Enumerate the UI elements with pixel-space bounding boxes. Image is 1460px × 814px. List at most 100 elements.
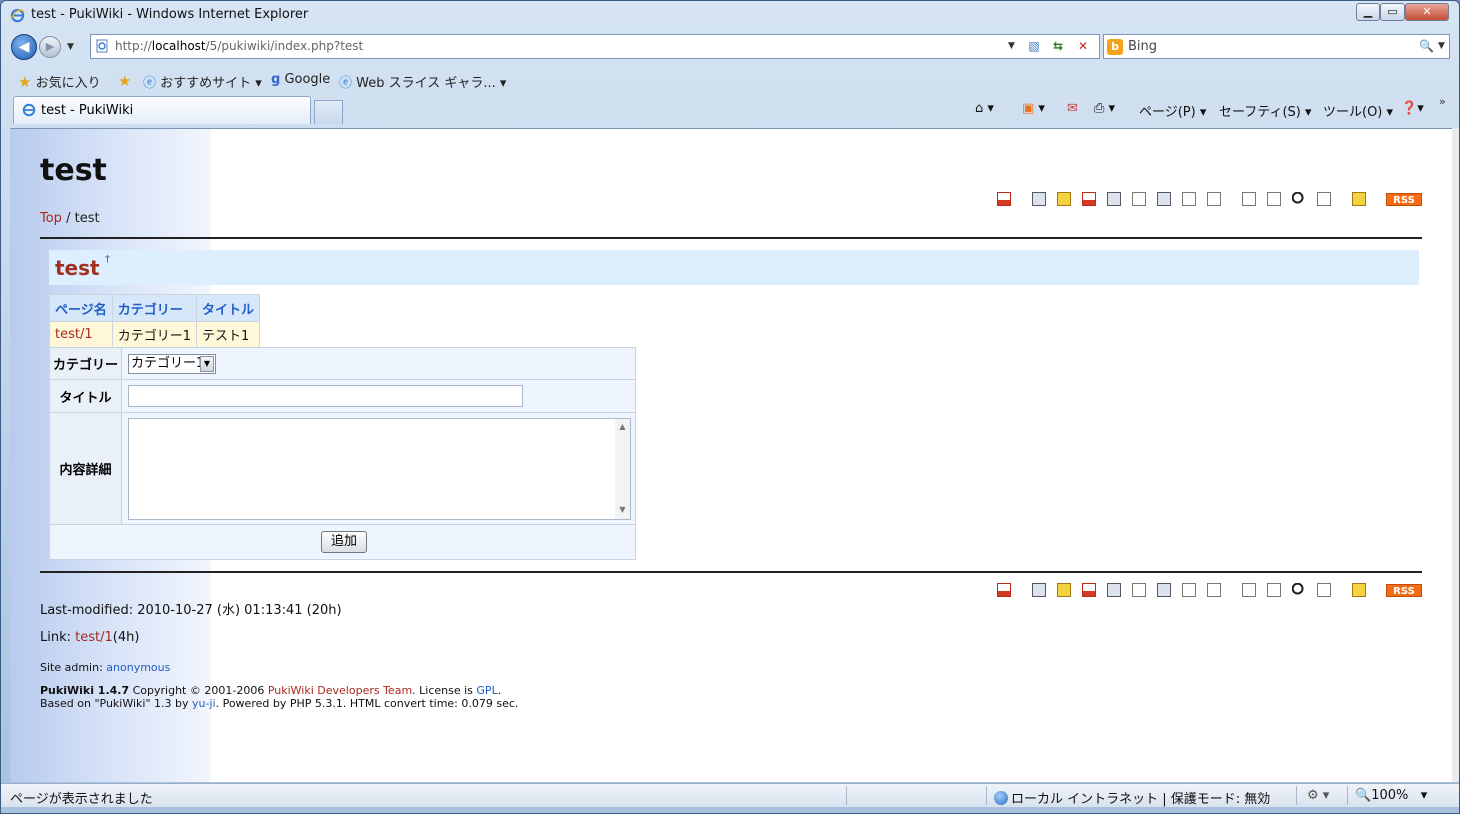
feeds-icon[interactable]: ▣ ▾	[1022, 101, 1045, 116]
add-favorite-icon[interactable]: ★	[118, 72, 131, 90]
edit-icon[interactable]	[1032, 583, 1046, 597]
recent-pages-dropdown-icon[interactable]: ▼	[67, 42, 74, 52]
backup-icon[interactable]	[1107, 583, 1121, 597]
address-dropdown-icon[interactable]: ▼	[1008, 35, 1015, 58]
page-menu[interactable]: ページ(P) ▾	[1139, 101, 1206, 120]
print-icon[interactable]: ⎙ ▾	[1094, 101, 1115, 116]
tab-label: test - PukiWiki	[41, 103, 134, 118]
search-page-icon[interactable]	[1292, 583, 1306, 597]
search-icon[interactable]: 🔍	[1419, 35, 1434, 58]
page-scrollbar[interactable]	[1452, 128, 1459, 782]
chevron-down-icon[interactable]: ▼	[200, 356, 214, 372]
tab-test-pukiwiki[interactable]: test - PukiWiki	[13, 96, 311, 124]
address-bar[interactable]: http://localhost/5/pukiwiki/index.php?te…	[90, 34, 1100, 59]
refresh-icon[interactable]: ⇆	[1048, 37, 1068, 56]
zoom-level[interactable]: 🔍100% ▾	[1355, 788, 1427, 803]
column-header-title[interactable]: タイトル	[196, 294, 261, 322]
developers-team-link[interactable]: PukiWiki Developers Team	[268, 684, 412, 697]
window-title: test - PukiWiki - Windows Internet Explo…	[31, 7, 309, 22]
last-modified: Last-modified: 2010-10-27 (水) 01:13:41 (…	[40, 603, 342, 618]
heading-anchor-link[interactable]: †	[105, 254, 110, 265]
new-page-icon[interactable]	[1242, 192, 1256, 206]
recent-changes-icon[interactable]	[1317, 192, 1331, 206]
detail-textarea[interactable]: ▲ ▼	[128, 418, 631, 520]
credit-line: PukiWiki 1.4.7 Copyright © 2001-2006 Puk…	[40, 684, 502, 697]
rename-icon[interactable]	[1182, 583, 1196, 597]
list-icon[interactable]	[1267, 192, 1281, 206]
globe-icon	[994, 791, 1008, 805]
top-page-icon[interactable]	[997, 583, 1011, 597]
list-icon[interactable]	[1267, 583, 1281, 597]
back-button[interactable]: ◀	[11, 34, 37, 60]
compatibility-view-icon[interactable]: ▧	[1024, 37, 1044, 56]
fav-item-suggested-sites[interactable]: ⓔ おすすめサイト ▾	[143, 72, 262, 91]
related-page-link[interactable]: test/1	[75, 630, 113, 645]
category-row: カテゴリー カテゴリー1 ▼	[50, 348, 635, 380]
minimize-button[interactable]: ▁	[1356, 3, 1380, 21]
page-icon	[96, 39, 108, 53]
maximize-button[interactable]: ▭	[1380, 3, 1405, 21]
top-toolbar: RSS	[997, 192, 1422, 208]
based-on-line: Based on "PukiWiki" 1.3 by yu-ji. Powere…	[40, 697, 519, 710]
column-header-category[interactable]: カテゴリー	[111, 294, 198, 322]
rename-icon[interactable]	[1182, 192, 1196, 206]
favorites-button[interactable]: ★ お気に入り	[18, 72, 101, 91]
freeze-icon[interactable]	[1057, 583, 1071, 597]
category-select[interactable]: カテゴリー1 ▼	[128, 354, 216, 374]
favorites-bar: ★ お気に入り ★ ⓔ おすすめサイト ▾ g Google ⓔ Web スライ…	[1, 65, 1459, 95]
reload-icon[interactable]	[1207, 583, 1221, 597]
new-page-icon[interactable]	[1242, 583, 1256, 597]
search-options-dropdown-icon[interactable]: ▼	[1438, 35, 1445, 58]
close-window-button[interactable]: ✕	[1405, 3, 1449, 21]
site-admin-link[interactable]: anonymous	[106, 661, 170, 674]
author-link[interactable]: yu-ji	[192, 697, 216, 710]
freeze-icon[interactable]	[1057, 192, 1071, 206]
top-page-icon[interactable]	[997, 192, 1011, 206]
gpl-link[interactable]: GPL	[476, 684, 497, 697]
add-button[interactable]: 追加	[321, 531, 367, 553]
rss-icon[interactable]: RSS	[1386, 584, 1422, 597]
title-bar: test - PukiWiki - Windows Internet Explo…	[1, 1, 1459, 31]
search-page-icon[interactable]	[1292, 192, 1306, 206]
safety-menu[interactable]: セーフティ(S) ▾	[1219, 101, 1312, 120]
add-article-form: カテゴリー カテゴリー1 ▼ タイトル 内容詳細 ▲ ▼ 追加	[49, 347, 636, 560]
security-zone[interactable]: ローカル イントラネット | 保護モード: 無効	[994, 788, 1270, 807]
copy-icon[interactable]	[1157, 192, 1171, 206]
copy-icon[interactable]	[1157, 583, 1171, 597]
page-link[interactable]: test/1	[55, 327, 93, 342]
popup-blocker-icon[interactable]: ⚙ ▾	[1307, 788, 1329, 803]
help-icon[interactable]: ❓▾	[1401, 101, 1424, 116]
search-box[interactable]: b Bing 🔍 ▼	[1103, 34, 1450, 59]
edit-icon[interactable]	[1032, 192, 1046, 206]
reload-icon[interactable]	[1207, 192, 1221, 206]
cell-page-name: test/1	[49, 321, 113, 348]
section-heading: test †	[49, 250, 1419, 285]
mail-icon[interactable]: ✉	[1067, 101, 1078, 116]
diff-icon[interactable]	[1082, 192, 1096, 206]
backup-icon[interactable]	[1107, 192, 1121, 206]
home-icon[interactable]: ⌂ ▾	[975, 101, 994, 116]
help-page-icon[interactable]	[1352, 192, 1366, 206]
new-tab-button[interactable]	[314, 100, 343, 124]
rss-icon[interactable]: RSS	[1386, 193, 1422, 206]
cell-title: テスト1	[196, 321, 261, 348]
site-admin: Site admin: anonymous	[40, 661, 171, 674]
browser-window: test - PukiWiki - Windows Internet Explo…	[0, 0, 1460, 814]
textarea-scrollbar[interactable]: ▲ ▼	[615, 419, 630, 519]
tools-menu[interactable]: ツール(O) ▾	[1323, 101, 1393, 120]
stop-icon[interactable]: ✕	[1073, 37, 1093, 56]
breadcrumb-current: test	[74, 211, 100, 226]
upload-icon[interactable]	[1132, 192, 1146, 206]
fav-item-google[interactable]: g Google	[271, 72, 330, 87]
more-commands-icon[interactable]: »	[1439, 95, 1446, 108]
breadcrumb-top-link[interactable]: Top	[40, 211, 62, 226]
diff-icon[interactable]	[1082, 583, 1096, 597]
help-page-icon[interactable]	[1352, 583, 1366, 597]
recent-changes-icon[interactable]	[1317, 583, 1331, 597]
title-input[interactable]	[128, 385, 523, 407]
column-header-page-name[interactable]: ページ名	[49, 294, 113, 322]
cell-category: カテゴリー1	[111, 321, 198, 348]
fav-item-web-slice-gallery[interactable]: ⓔ Web スライス ギャラ... ▾	[339, 72, 506, 91]
forward-button[interactable]: ▶	[39, 36, 61, 58]
upload-icon[interactable]	[1132, 583, 1146, 597]
